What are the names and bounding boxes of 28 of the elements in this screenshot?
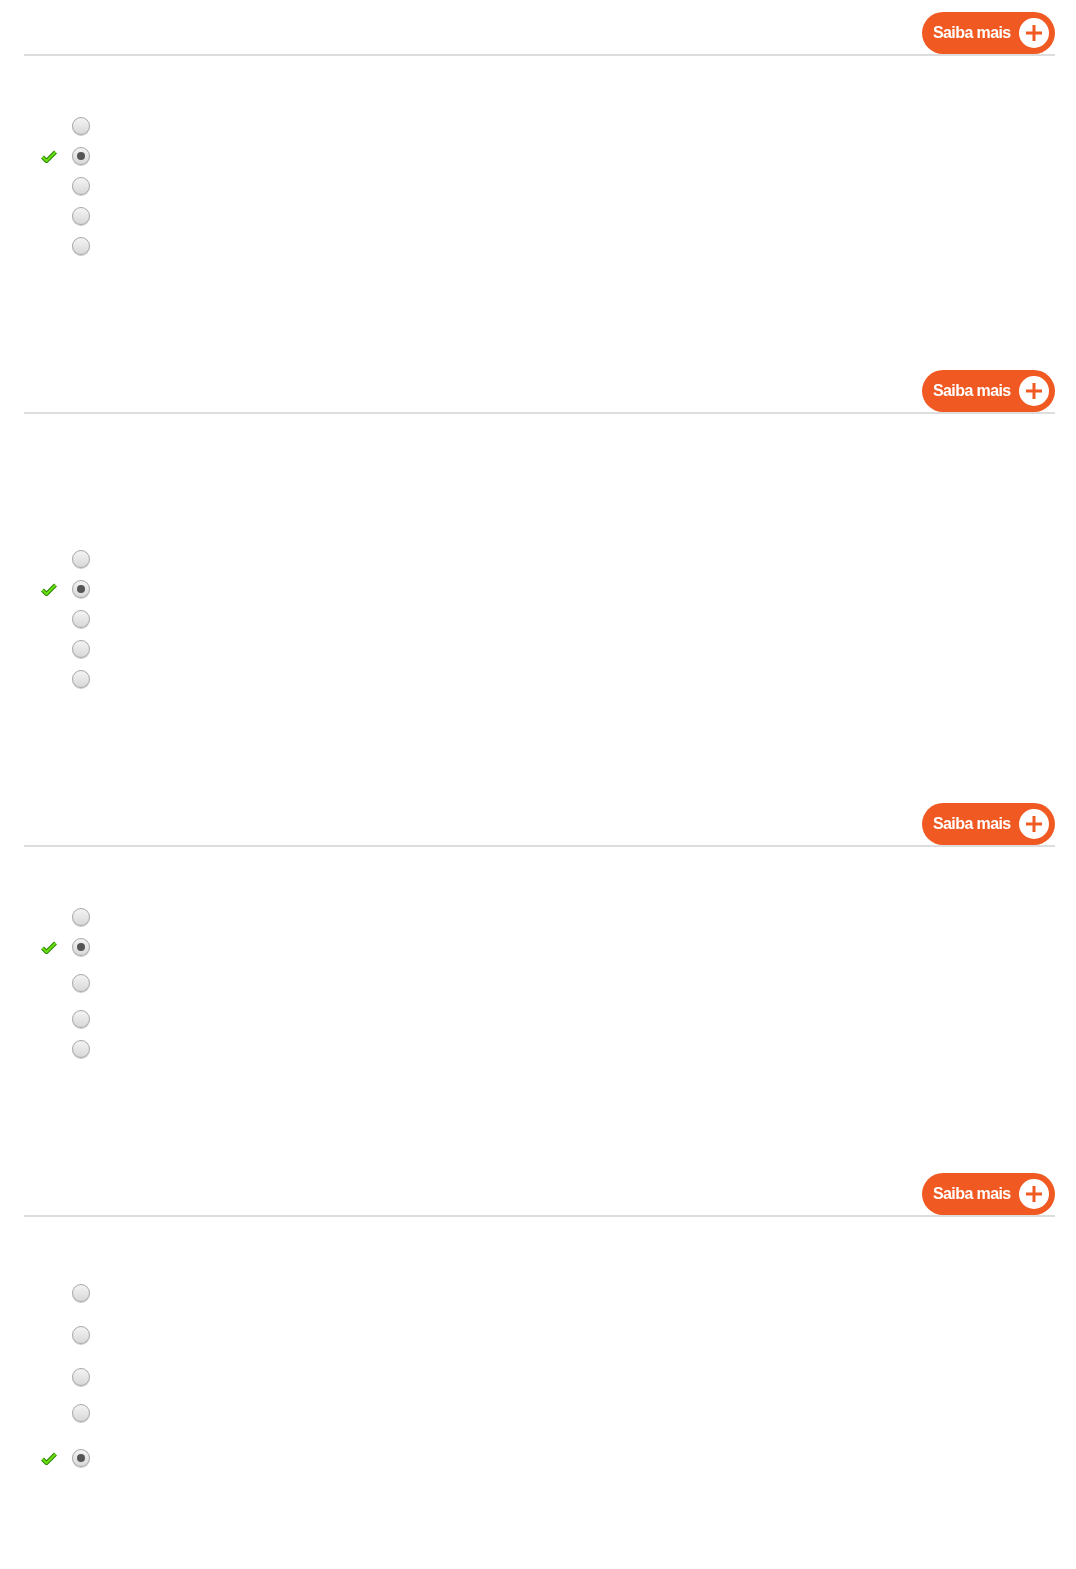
radio-button[interactable] bbox=[72, 1404, 90, 1422]
plus-icon bbox=[1018, 808, 1050, 840]
learn-more-button[interactable]: Saiba mais bbox=[922, 1173, 1055, 1215]
radio-button[interactable] bbox=[72, 1326, 90, 1344]
radio-button[interactable] bbox=[72, 1368, 90, 1386]
radio-button[interactable] bbox=[72, 640, 90, 658]
radio-button[interactable] bbox=[72, 177, 90, 195]
plus-icon bbox=[1018, 375, 1050, 407]
radio-button[interactable] bbox=[72, 1010, 90, 1028]
radio-button[interactable] bbox=[72, 1284, 90, 1302]
radio-button[interactable] bbox=[72, 974, 90, 992]
plus-icon bbox=[1018, 17, 1050, 49]
plus-icon bbox=[1018, 1178, 1050, 1210]
radio-button[interactable] bbox=[72, 580, 90, 598]
learn-more-button[interactable]: Saiba mais bbox=[922, 803, 1055, 845]
radio-button[interactable] bbox=[72, 237, 90, 255]
radio-button[interactable] bbox=[72, 117, 90, 135]
radio-button[interactable] bbox=[72, 938, 90, 956]
radio-button[interactable] bbox=[72, 670, 90, 688]
radio-button[interactable] bbox=[72, 908, 90, 926]
learn-more-button[interactable]: Saiba mais bbox=[922, 12, 1055, 54]
radio-button[interactable] bbox=[72, 1040, 90, 1058]
learn-more-button[interactable]: Saiba mais bbox=[922, 370, 1055, 412]
radio-button[interactable] bbox=[72, 207, 90, 225]
radio-button[interactable] bbox=[72, 610, 90, 628]
radio-button[interactable] bbox=[72, 550, 90, 568]
radio-button[interactable] bbox=[72, 1449, 90, 1467]
radio-button[interactable] bbox=[72, 147, 90, 165]
